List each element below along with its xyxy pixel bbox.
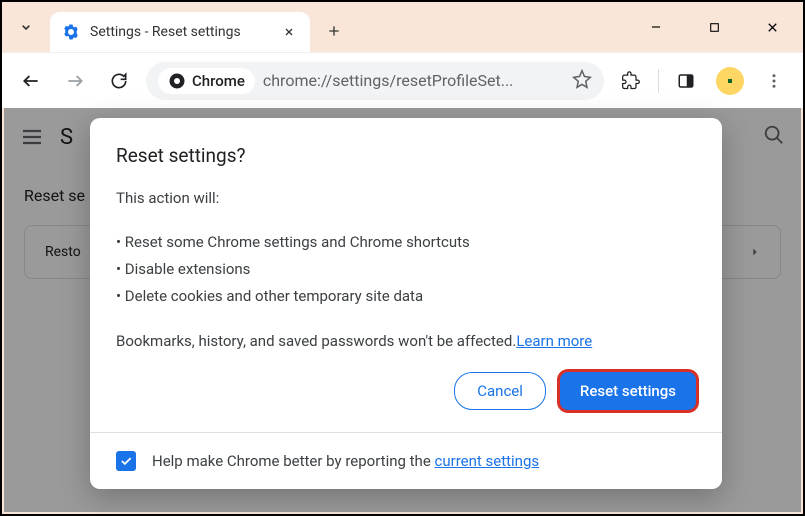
dialog-footer: Help make Chrome better by reporting the…	[90, 432, 722, 489]
chrome-icon	[168, 72, 186, 90]
cancel-button[interactable]: Cancel	[454, 372, 546, 410]
browser-toolbar: Chrome chrome://settings/resetProfileSet…	[2, 52, 803, 108]
check-icon	[119, 454, 133, 468]
note-text: Bookmarks, history, and saved passwords …	[116, 332, 516, 350]
avatar-dot-icon	[724, 75, 736, 87]
dots-vertical-icon	[765, 72, 783, 90]
window-controls	[633, 11, 795, 43]
bullet-item: • Reset some Chrome settings and Chrome …	[116, 229, 696, 256]
dialog-note: Bookmarks, history, and saved passwords …	[116, 332, 696, 350]
help-improve-checkbox[interactable]	[116, 451, 136, 471]
chrome-chip-text: Chrome	[192, 72, 245, 90]
learn-more-link[interactable]: Learn more	[516, 332, 592, 350]
titlebar: Settings - Reset settings	[2, 2, 803, 52]
toolbar-separator	[658, 69, 659, 93]
dialog-title: Reset settings?	[116, 144, 696, 167]
close-icon	[765, 20, 780, 35]
avatar	[716, 67, 744, 95]
side-panel-button[interactable]	[669, 64, 703, 98]
titlebar-left: Settings - Reset settings	[10, 2, 350, 52]
reload-icon	[109, 71, 129, 91]
plus-icon	[326, 23, 342, 39]
back-button[interactable]	[14, 64, 48, 98]
new-tab-button[interactable]	[318, 15, 350, 47]
tab-title: Settings - Reset settings	[90, 24, 270, 40]
bookmark-button[interactable]	[572, 69, 592, 93]
footer-text: Help make Chrome better by reporting the…	[152, 452, 539, 470]
address-bar[interactable]: Chrome chrome://settings/resetProfileSet…	[146, 62, 604, 100]
minimize-icon	[649, 20, 663, 34]
chrome-chip: Chrome	[158, 68, 255, 94]
dialog-actions: Cancel Reset settings	[116, 372, 696, 410]
arrow-right-icon	[65, 71, 85, 91]
bullet-item: • Delete cookies and other temporary sit…	[116, 283, 696, 310]
reload-button[interactable]	[102, 64, 136, 98]
arrow-left-icon	[21, 71, 41, 91]
bullet-item: • Disable extensions	[116, 256, 696, 283]
dialog-body: Reset settings? This action will: • Rese…	[90, 118, 722, 432]
menu-button[interactable]	[757, 64, 791, 98]
reset-settings-dialog: Reset settings? This action will: • Rese…	[90, 118, 722, 489]
minimize-button[interactable]	[633, 11, 679, 43]
tab-search-button[interactable]	[10, 11, 42, 43]
close-icon	[283, 26, 295, 38]
gear-icon	[62, 23, 80, 41]
maximize-button[interactable]	[691, 11, 737, 43]
forward-button[interactable]	[58, 64, 92, 98]
tab-close-button[interactable]	[280, 23, 298, 41]
dialog-intro: This action will:	[116, 189, 696, 207]
chevron-down-icon	[18, 19, 34, 35]
maximize-icon	[708, 21, 721, 34]
browser-tab[interactable]: Settings - Reset settings	[50, 12, 310, 52]
footer-prefix: Help make Chrome better by reporting the	[152, 452, 435, 470]
profile-button[interactable]	[713, 64, 747, 98]
puzzle-icon	[621, 71, 641, 91]
extensions-button[interactable]	[614, 64, 648, 98]
star-icon	[572, 69, 592, 89]
dialog-bullets: • Reset some Chrome settings and Chrome …	[116, 229, 696, 310]
reset-settings-button[interactable]: Reset settings	[560, 372, 696, 410]
url-text: chrome://settings/resetProfileSet...	[263, 71, 564, 90]
panel-icon	[677, 72, 695, 90]
close-window-button[interactable]	[749, 11, 795, 43]
current-settings-link[interactable]: current settings	[435, 452, 540, 470]
